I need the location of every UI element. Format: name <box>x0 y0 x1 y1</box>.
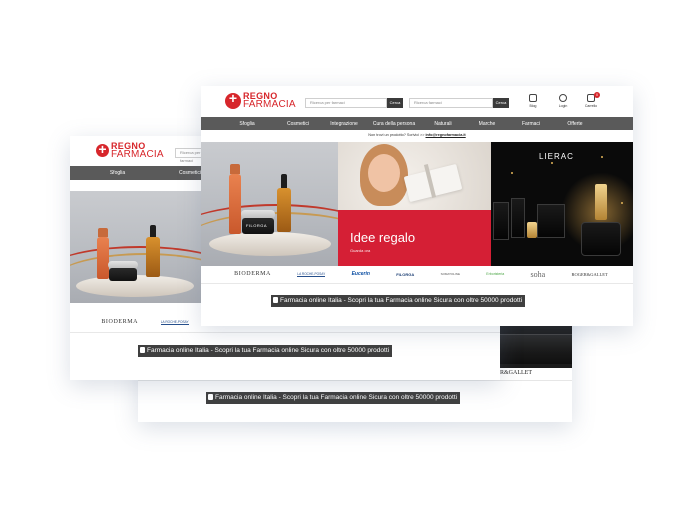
divider <box>138 380 572 381</box>
blog-link[interactable]: Blog <box>523 94 543 108</box>
brand-soha[interactable]: soha <box>531 270 546 279</box>
hero-products-banner[interactable]: FILORGA <box>201 142 338 266</box>
hero-products-banner[interactable] <box>70 191 202 303</box>
seo-text: Farmacia online Italia - Scopri la tua F… <box>215 394 458 401</box>
divider <box>201 283 633 284</box>
seo-text: Farmacia online Italia - Scopri la tua F… <box>147 347 390 354</box>
screenshot-card-front: REGNO FARMACIA Ricerca per farmaci Cerca… <box>201 86 633 326</box>
serum-bottle <box>229 174 241 234</box>
logo-line2: FARMACIA <box>243 99 296 111</box>
nav-item-sfoglia[interactable]: Sfoglia <box>70 170 165 176</box>
lierac-logo: LIERAC <box>539 152 574 161</box>
divider <box>70 332 500 333</box>
banner-title: Idee regalo <box>350 230 416 245</box>
gold-serum <box>595 184 607 220</box>
search-button[interactable]: Cerca <box>387 98 403 108</box>
tag-icon <box>273 297 278 303</box>
woman-face <box>368 154 400 192</box>
promo-text: Non trovi un prodotto? Scrivici >> <box>368 133 426 137</box>
dropper-cap <box>150 225 156 237</box>
bottle-cap <box>98 228 108 237</box>
serum-bottle <box>97 237 109 279</box>
cross-logo-icon <box>225 90 241 109</box>
logo-line2: FARMACIA <box>111 149 164 161</box>
cart-label: Carrello <box>584 104 598 108</box>
cross-logo-icon <box>96 141 109 158</box>
product-box <box>537 204 565 238</box>
nav-item-integrazione[interactable]: Integrazione <box>321 121 367 127</box>
seo-text: Farmacia online Italia - Scopri la tua F… <box>280 297 523 304</box>
cream-jar: FILORGA <box>242 218 274 234</box>
brand-filorga[interactable]: FILORGA <box>396 272 414 277</box>
sparkle <box>551 162 553 164</box>
brand-erboristeria[interactable]: Erboristeria <box>486 272 504 276</box>
brand-la-roche-posay[interactable]: LA ROCHE-POSAY <box>160 320 189 325</box>
hero-gift-banner[interactable]: Idee regalo Guarda ora <box>338 142 491 266</box>
site-header: REGNO FARMACIA Ricerca per farmaci Cerca… <box>201 86 633 117</box>
dropper-bottle <box>277 188 291 232</box>
main-nav: Sfoglia Cosmetici Integrazione Cura dell… <box>201 117 633 130</box>
product-box <box>511 198 525 238</box>
brand-somatoline[interactable]: SOMATOLINE <box>441 272 460 276</box>
brand-eucerin[interactable]: Eucerin <box>352 271 370 277</box>
nav-item-sfoglia[interactable]: Sfoglia <box>219 121 275 127</box>
gold-jar <box>527 222 537 238</box>
brand-roger-gallet[interactable]: ROGER&GALLET <box>572 272 608 277</box>
search-input-secondary[interactable]: Ricerca farmaci <box>409 98 493 108</box>
nav-item-marche[interactable]: Marche <box>465 121 509 127</box>
nav-item-cura-persona[interactable]: Cura della persona <box>367 121 421 127</box>
seo-bar: Farmacia online Italia - Scopri la tua F… <box>138 345 393 357</box>
jar-label: FILORGA <box>246 223 268 228</box>
hero-lierac-banner[interactable]: LIERAC <box>491 142 633 266</box>
banner-cta[interactable]: Guarda ora <box>350 248 370 253</box>
brand-strip: BIODERMA LA ROCHE-POSAY <box>90 316 200 328</box>
brand-bioderma[interactable]: BIODERMA <box>234 271 271 277</box>
cream-jar <box>109 268 137 281</box>
dropper-cap <box>281 174 287 188</box>
nav-item-cosmetici[interactable]: Cosmetici <box>275 121 321 127</box>
user-icon <box>559 94 567 102</box>
sparkle <box>621 202 623 204</box>
login-link[interactable]: Login <box>553 94 573 108</box>
promo-email-link[interactable]: info@regnofarmacia.it <box>426 133 466 137</box>
blog-label: Blog <box>529 104 537 108</box>
search-input[interactable]: Ricerca per farmaci <box>305 98 387 108</box>
lierac-box-fragment <box>500 334 572 364</box>
nav-item-offerte[interactable]: Offerte <box>553 121 597 127</box>
brand-strip: BIODERMA LA ROCHE-POSAY Eucerin FILORGA … <box>221 267 621 281</box>
tag-icon <box>208 394 213 400</box>
seo-bar: Farmacia online Italia - Scopri la tua F… <box>271 295 526 307</box>
cart-link[interactable]: 0 Carrello <box>581 92 601 108</box>
cart-badge: 0 <box>594 92 600 98</box>
brand-la-roche-posay[interactable]: LA ROCHE-POSAY <box>297 272 326 277</box>
sparkle <box>511 172 513 174</box>
brand-bioderma[interactable]: BIODERMA <box>101 319 138 325</box>
search-button-secondary[interactable]: Cerca <box>493 98 509 108</box>
seo-bar: Farmacia online Italia - Scopri la tua F… <box>206 392 461 404</box>
bottle-cap <box>230 164 240 174</box>
product-box <box>493 202 509 240</box>
login-label: Login <box>558 104 568 108</box>
tag-icon <box>140 347 145 353</box>
blog-icon <box>529 94 537 102</box>
dark-jar <box>581 222 621 256</box>
nav-item-farmaci[interactable]: Farmaci <box>509 121 553 127</box>
promo-line: Non trovi un prodotto? Scrivici >> info@… <box>201 133 633 137</box>
podium <box>209 232 331 256</box>
site-logo[interactable]: REGNO FARMACIA <box>225 90 296 111</box>
sparkle <box>601 156 603 158</box>
dropper-bottle <box>146 237 160 277</box>
site-logo[interactable]: REGNO FARMACIA <box>96 141 164 161</box>
nav-item-naturali[interactable]: Naturali <box>421 121 465 127</box>
